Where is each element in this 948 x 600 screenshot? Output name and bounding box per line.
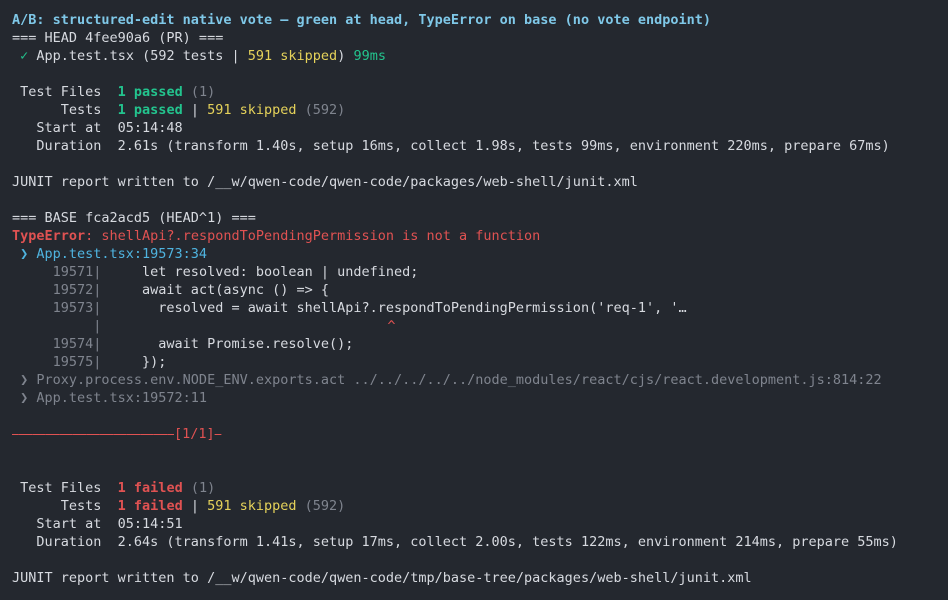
code-line: 19571| let resolved: boolean | undefined… bbox=[12, 264, 419, 280]
head-file-result: ✓ App.test.tsx (592 tests | 591 skipped)… bbox=[20, 48, 386, 64]
base-tests-summary: Tests 1 failed | 591 skipped (592) bbox=[12, 498, 346, 514]
base-files-summary: Test Files 1 failed (1) bbox=[12, 480, 216, 496]
head-header: === HEAD 4fee90a6 (PR) === bbox=[12, 30, 224, 46]
base-start-at: Start at 05:14:51 bbox=[12, 516, 183, 532]
error-message: : shellApi?.respondToPendingPermission i… bbox=[85, 228, 541, 244]
error-type: TypeError bbox=[12, 228, 86, 244]
head-tests-summary: Tests 1 passed | 591 skipped (592) bbox=[12, 102, 346, 118]
test-time: 99ms bbox=[353, 48, 386, 64]
test-file-name: App.test.tsx bbox=[36, 48, 134, 64]
ab-title: A/B: structured-edit native vote — green… bbox=[12, 12, 711, 28]
stack-frame: ❯ App.test.tsx:19572:11 bbox=[12, 390, 208, 406]
code-line: 19573| resolved = await shellApi?.respon… bbox=[12, 300, 687, 316]
terminal-window: A/B: structured-edit native vote — green… bbox=[0, 0, 948, 600]
error-caret: ^ bbox=[387, 318, 396, 334]
code-caret-line: | ^ bbox=[12, 318, 396, 334]
error-divider: ⎯⎯⎯⎯⎯⎯⎯⎯⎯⎯⎯⎯⎯⎯⎯⎯⎯⎯⎯⎯⎯⎯⎯⎯[1/1]⎯ bbox=[12, 426, 222, 442]
base-duration: Duration 2.64s (transform 1.41s, setup 1… bbox=[12, 534, 898, 550]
head-junit-report: JUNIT report written to /__w/qwen-code/q… bbox=[12, 174, 638, 190]
head-files-summary: Test Files 1 passed (1) bbox=[12, 84, 216, 100]
error-line: TypeError: shellApi?.respondToPendingPer… bbox=[12, 227, 540, 245]
code-line: 19575| }); bbox=[12, 354, 167, 370]
error-location: ❯ App.test.tsx:19573:34 bbox=[12, 246, 208, 262]
code-line: 19574| await Promise.resolve(); bbox=[12, 336, 354, 352]
head-start-at: Start at 05:14:48 bbox=[12, 120, 183, 136]
stack-frame: ❯ Proxy.process.env.NODE_ENV.exports.act… bbox=[12, 372, 882, 388]
code-line: 19572| await act(async () => { bbox=[12, 282, 329, 298]
base-header: === BASE fca2acd5 (HEAD^1) === bbox=[12, 210, 256, 226]
base-junit-report: JUNIT report written to /__w/qwen-code/q… bbox=[12, 570, 752, 586]
head-duration: Duration 2.61s (transform 1.40s, setup 1… bbox=[12, 138, 890, 154]
